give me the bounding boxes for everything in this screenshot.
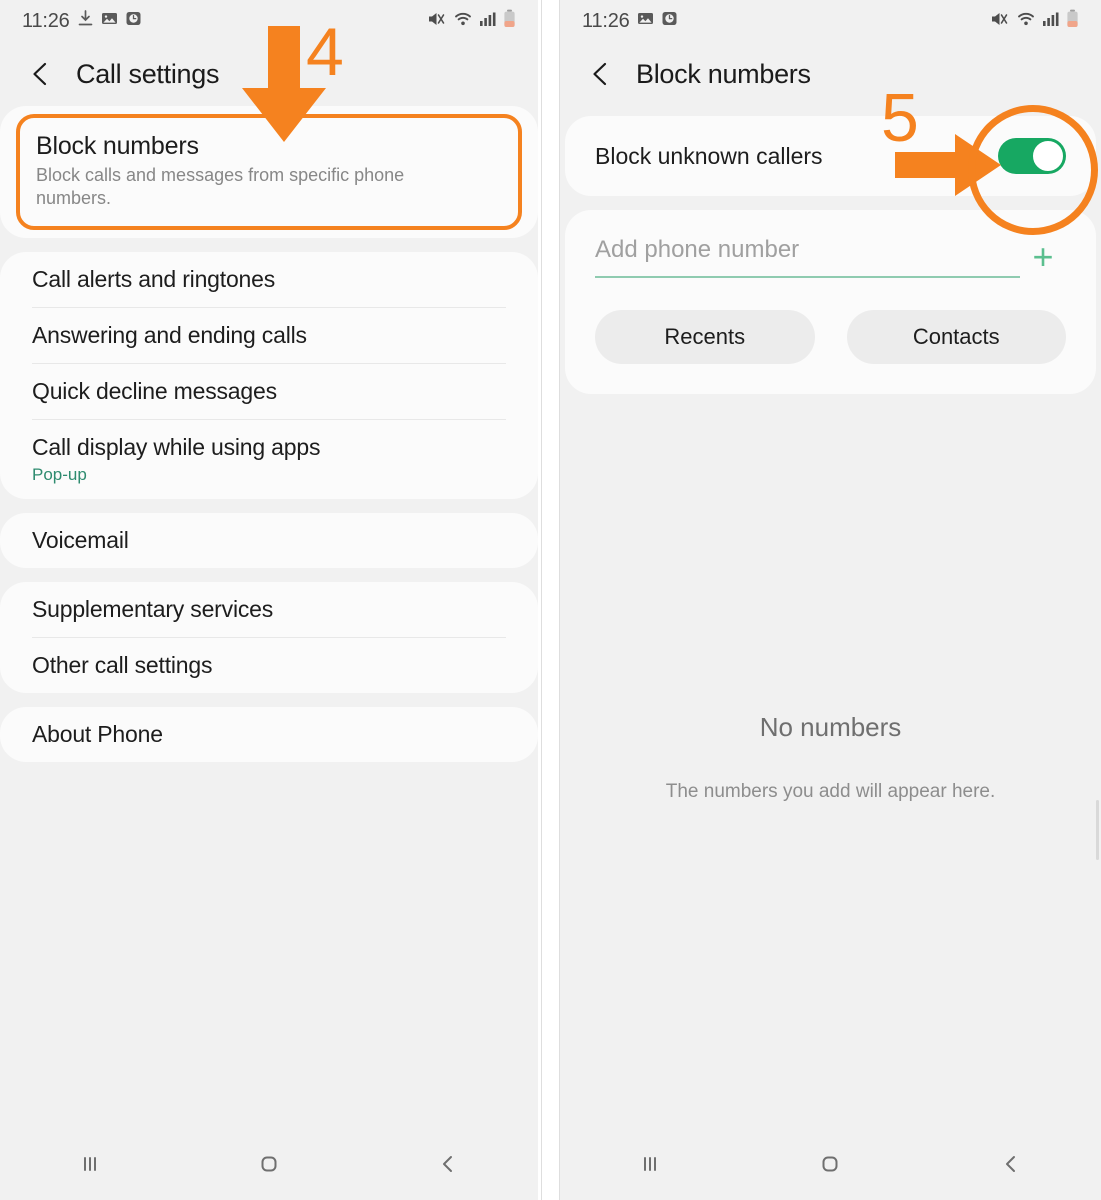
settings-item-label: Answering and ending calls xyxy=(32,322,307,349)
status-bar-right: 11:26 xyxy=(560,0,1101,42)
card-block-numbers: Block numbers Block calls and messages f… xyxy=(0,106,538,239)
add-number-field: + xyxy=(595,236,1066,278)
source-chips: Recents Contacts xyxy=(595,310,1066,364)
card-add-number: + Recents Contacts xyxy=(565,210,1096,394)
settings-item-call-alerts[interactable]: Call alerts and ringtones xyxy=(0,252,538,307)
settings-item-call-display[interactable]: Call display while using apps Pop-up xyxy=(0,420,538,499)
status-bar-left: 11:26 xyxy=(0,0,538,42)
settings-group-4: About Phone xyxy=(0,707,538,763)
alarm-icon xyxy=(661,10,678,32)
alarm-icon xyxy=(125,10,142,32)
settings-item-other-call-settings[interactable]: Other call settings xyxy=(0,638,538,693)
page-title: Call settings xyxy=(76,58,220,89)
panel-divider xyxy=(541,0,542,1200)
settings-group-3: Supplementary services Other call settin… xyxy=(0,582,538,694)
download-icon xyxy=(77,10,94,32)
settings-item-label: Quick decline messages xyxy=(32,378,277,405)
settings-item-supplementary[interactable]: Supplementary services xyxy=(0,582,538,637)
status-bar-left-group: 11:26 xyxy=(582,10,678,33)
image-icon xyxy=(101,10,118,32)
battery-icon xyxy=(1066,9,1079,34)
title-bar-right: Block numbers xyxy=(560,42,1101,106)
nav-bar-left xyxy=(0,1128,538,1200)
signal-icon xyxy=(479,10,497,33)
mute-icon xyxy=(427,10,447,33)
wifi-icon xyxy=(453,10,473,33)
nav-bar-right xyxy=(560,1128,1101,1200)
nav-home-button[interactable] xyxy=(179,1149,358,1179)
settings-item-answering-ending[interactable]: Answering and ending calls xyxy=(0,308,538,363)
nav-recents-button[interactable] xyxy=(560,1149,740,1179)
block-unknown-callers-label: Block unknown callers xyxy=(595,142,823,169)
chip-recents[interactable]: Recents xyxy=(595,310,815,364)
settings-item-quick-decline[interactable]: Quick decline messages xyxy=(0,364,538,419)
chip-contacts[interactable]: Contacts xyxy=(846,310,1066,364)
annotation-step-5-highlight-circle xyxy=(968,105,1098,235)
settings-item-label: Call alerts and ringtones xyxy=(32,266,276,293)
nav-back-button[interactable] xyxy=(921,1149,1101,1179)
settings-item-about-phone[interactable]: About Phone xyxy=(0,707,538,762)
settings-item-value: Pop-up xyxy=(32,465,87,485)
signal-icon xyxy=(1042,10,1060,33)
block-numbers-description: Block calls and messages from specific p… xyxy=(36,165,405,209)
settings-item-label: Other call settings xyxy=(32,652,213,679)
block-numbers-label: Block numbers xyxy=(36,132,199,160)
status-bar-right-group xyxy=(990,9,1079,34)
scrollbar[interactable] xyxy=(1096,800,1099,860)
add-number-box: + Recents Contacts xyxy=(565,210,1096,394)
status-bar-right-group xyxy=(427,9,516,34)
add-phone-number-input[interactable] xyxy=(595,236,1020,278)
nav-back-button[interactable] xyxy=(359,1149,538,1179)
status-time: 11:26 xyxy=(22,9,70,32)
settings-group-2: Voicemail xyxy=(0,513,538,569)
empty-state-title: No numbers xyxy=(759,712,902,742)
nav-recents-button[interactable] xyxy=(0,1149,179,1179)
image-icon xyxy=(637,10,654,32)
settings-group-1: Call alerts and ringtones Answering and … xyxy=(0,252,538,500)
settings-item-label: About Phone xyxy=(32,721,163,748)
page-title: Block numbers xyxy=(636,58,811,89)
title-bar-left: Call settings xyxy=(0,42,538,106)
back-chevron-icon[interactable] xyxy=(28,61,54,87)
settings-item-voicemail[interactable]: Voicemail xyxy=(0,513,538,568)
settings-item-block-numbers[interactable]: Block numbers Block calls and messages f… xyxy=(16,114,522,231)
back-chevron-icon[interactable] xyxy=(588,61,614,87)
phone-screen-call-settings: 11:26 Call settings Block numbers Block … xyxy=(0,0,538,1200)
status-bar-left-group: 11:26 xyxy=(22,10,142,33)
nav-home-button[interactable] xyxy=(740,1149,920,1179)
settings-item-label: Supplementary services xyxy=(32,596,274,623)
settings-item-label: Voicemail xyxy=(32,527,129,554)
battery-icon xyxy=(503,9,516,34)
mute-icon xyxy=(990,10,1010,33)
plus-icon[interactable]: + xyxy=(1020,239,1066,278)
status-time: 11:26 xyxy=(582,9,630,32)
empty-state-subtitle: The numbers you add will appear here. xyxy=(665,781,996,802)
settings-item-label: Call display while using apps xyxy=(32,434,321,461)
empty-state: No numbers The numbers you add will appe… xyxy=(560,712,1101,803)
screenshot-stage: 11:26 Call settings Block numbers Block … xyxy=(0,0,1101,1200)
wifi-icon xyxy=(1016,10,1036,33)
